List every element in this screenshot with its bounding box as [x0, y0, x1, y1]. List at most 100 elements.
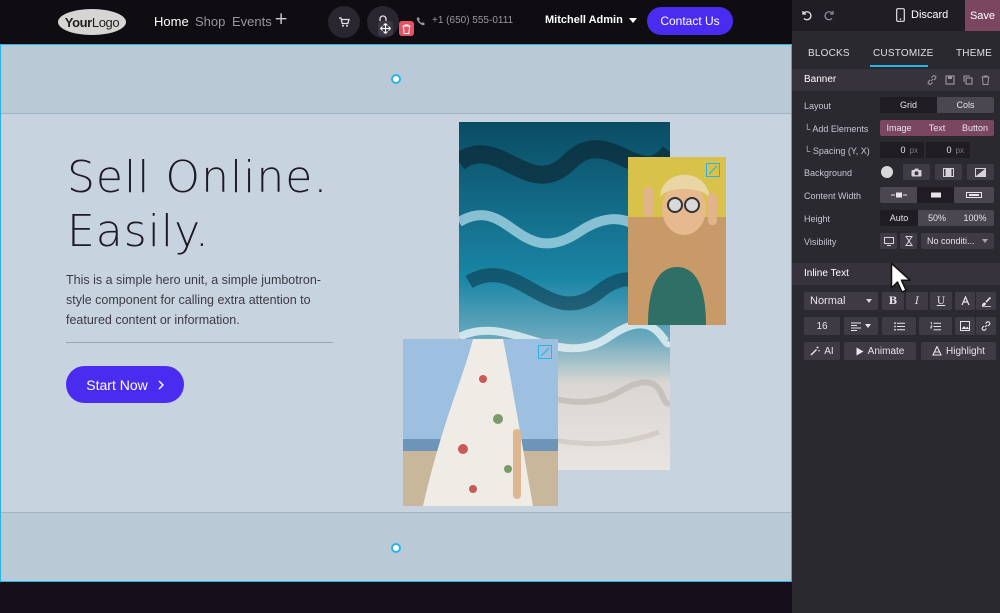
resize-handle-bottom[interactable] [391, 543, 401, 553]
tab-blocks[interactable]: BLOCKS [808, 48, 850, 59]
image-edit-icon[interactable] [538, 345, 552, 359]
hero-lead-text[interactable]: This is a simple hero unit, a simple jum… [66, 270, 336, 330]
contact-us-button[interactable]: Contact Us [647, 7, 733, 35]
hero-title-line1: Sell Online. [67, 152, 329, 203]
play-icon [856, 347, 864, 355]
start-now-button[interactable]: Start Now [66, 366, 184, 403]
app-window: YourLogo Home Shop Events + +1 (650) 555… [0, 0, 1000, 613]
phone-icon [416, 16, 425, 25]
background-gradient-button[interactable] [967, 164, 994, 180]
content-width-toggle [880, 187, 994, 203]
ai-button[interactable]: AI [804, 342, 840, 360]
layout-grid-option[interactable]: Grid [880, 97, 937, 113]
dress-photo[interactable] [403, 339, 558, 506]
user-menu[interactable]: Mitchell Admin [545, 14, 637, 26]
duplicate-icon[interactable] [963, 75, 973, 85]
cart-icon [339, 17, 350, 27]
font-color-icon [960, 295, 970, 305]
spacing-y-input[interactable]: 0 px [880, 142, 924, 158]
height-auto-option[interactable]: Auto [880, 210, 918, 226]
hero-title[interactable]: Sell Online. Easily. [67, 151, 328, 259]
insert-image-button[interactable] [955, 317, 975, 335]
font-size-input[interactable]: 16 [804, 317, 840, 335]
hero-divider [66, 342, 333, 343]
align-select[interactable] [844, 317, 878, 335]
logo-bold: Your [64, 14, 92, 30]
move-handle[interactable] [378, 21, 393, 36]
trash-icon[interactable] [981, 75, 990, 85]
tab-theme[interactable]: THEME [956, 48, 992, 59]
content-width-label: Content Width [804, 191, 862, 201]
save-button[interactable]: Save [965, 0, 1000, 31]
background-image-button[interactable] [903, 164, 930, 180]
visibility-mobile-button[interactable] [900, 233, 917, 249]
site-logo[interactable]: YourLogo [58, 9, 126, 35]
spacing-y-value: 0 [900, 145, 906, 155]
text-style-select[interactable]: Normal [804, 292, 878, 310]
woman-photo[interactable] [628, 157, 726, 325]
nav-home[interactable]: Home [154, 14, 189, 29]
width-full-icon [966, 192, 982, 198]
underline-button[interactable]: U [930, 292, 952, 310]
mobile-preview-icon[interactable] [896, 8, 905, 22]
image-edit-icon[interactable] [706, 163, 720, 177]
trash-icon [402, 24, 411, 34]
editor-tabs: BLOCKS CUSTOMIZE THEME [792, 31, 1000, 68]
undo-icon[interactable] [800, 9, 812, 21]
insert-link-button[interactable] [976, 317, 996, 335]
discard-button[interactable]: Discard [911, 9, 948, 21]
background-color-swatch[interactable] [881, 166, 893, 178]
background-video-button[interactable] [935, 164, 962, 180]
resize-handle-top[interactable] [391, 74, 401, 84]
highlight-color-button[interactable] [976, 292, 996, 310]
delete-button[interactable] [399, 21, 414, 36]
bullet-list-button[interactable] [882, 317, 916, 335]
site-header: YourLogo Home Shop Events + +1 (650) 555… [0, 0, 792, 44]
nav-events[interactable]: Events [232, 14, 272, 29]
gradient-icon [975, 167, 986, 177]
hero-banner[interactable]: Sell Online. Easily. This is a simple he… [0, 44, 792, 582]
add-image-button[interactable]: Image [880, 120, 918, 136]
add-text-button[interactable]: Text [918, 120, 956, 136]
height-label: Height [804, 214, 831, 224]
height-50-option[interactable]: 50% [918, 210, 956, 226]
film-icon [943, 167, 954, 177]
bullet-list-icon [893, 321, 905, 331]
visibility-label: Visibility [804, 237, 837, 247]
italic-button[interactable]: I [906, 292, 928, 310]
spacing-x-value: 0 [946, 145, 952, 155]
layout-cols-option[interactable]: Cols [937, 97, 994, 113]
spacing-y-unit: px [909, 145, 918, 155]
content-width-full-option[interactable] [954, 187, 994, 203]
highlight-button[interactable]: Highlight [921, 342, 996, 360]
add-button-button[interactable]: Button [956, 120, 994, 136]
phone-contact[interactable]: +1 (650) 555-0111 [416, 15, 513, 26]
numbered-list-button[interactable] [919, 317, 952, 335]
visibility-value: No conditi... [927, 236, 975, 246]
visibility-desktop-button[interactable] [880, 233, 897, 249]
highlight-label: Highlight [946, 345, 985, 357]
link-icon[interactable] [927, 75, 937, 85]
phone-number: +1 (650) 555-0111 [432, 15, 514, 26]
spacing-x-input[interactable]: 0 px [926, 142, 970, 158]
background-label: Background [804, 168, 853, 178]
chevron-down-icon [982, 239, 988, 243]
align-left-icon [851, 322, 861, 331]
highlight-icon [932, 346, 942, 356]
chevron-down-icon [866, 299, 872, 303]
content-width-small-option[interactable] [880, 187, 917, 203]
animate-button[interactable]: Animate [844, 342, 916, 360]
bold-button[interactable]: B [882, 292, 904, 310]
redo-icon[interactable] [824, 9, 836, 21]
save-snippet-icon[interactable] [945, 75, 955, 85]
visibility-conditions-select[interactable]: No conditi... [921, 233, 994, 249]
monitor-icon [883, 236, 894, 246]
content-width-regular-option[interactable] [917, 187, 954, 203]
cart-button[interactable] [328, 6, 360, 38]
plus-icon[interactable]: + [274, 11, 288, 28]
user-name: Mitchell Admin [545, 14, 623, 26]
text-color-button[interactable] [955, 292, 975, 310]
nav-shop[interactable]: Shop [195, 14, 225, 29]
height-100-option[interactable]: 100% [956, 210, 994, 226]
tab-customize[interactable]: CUSTOMIZE [873, 48, 934, 59]
